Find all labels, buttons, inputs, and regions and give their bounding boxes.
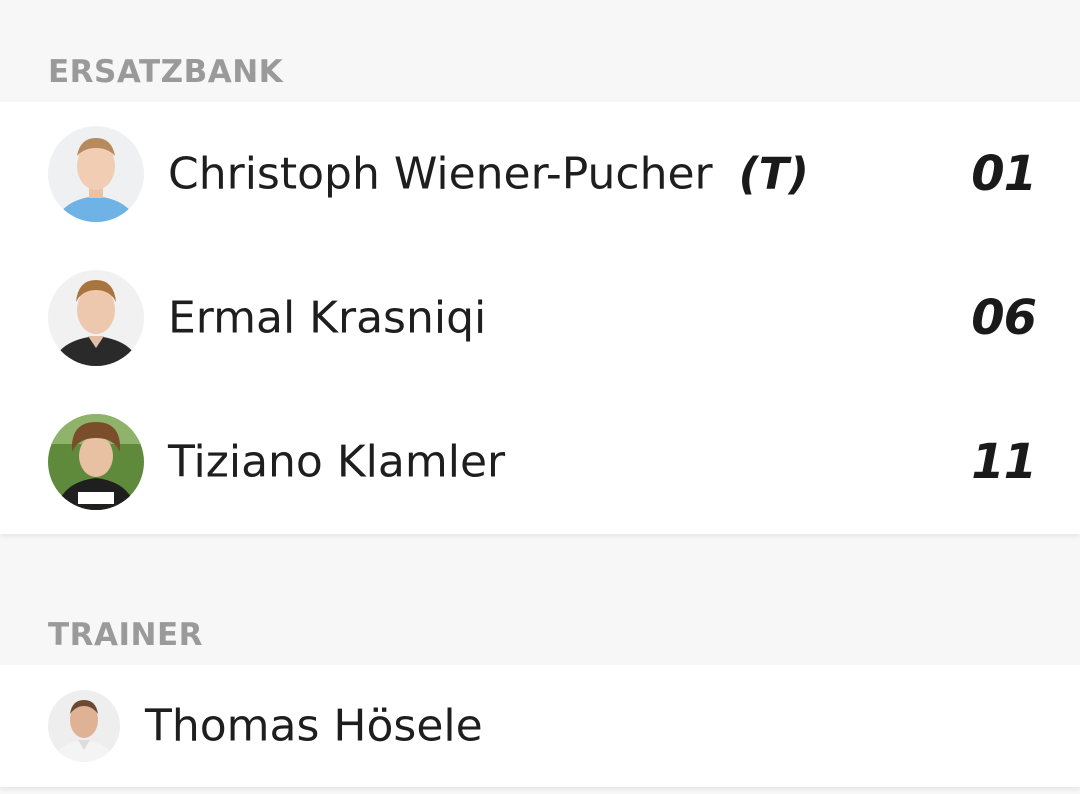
bench-card: Christoph Wiener-Pucher (T) 01 Ermal Kras… [0, 102, 1080, 534]
lineup-page: ERSATZBANK Christoph Wiener-Pucher (T) 01 [0, 0, 1080, 794]
player-name: Ermal Krasniqi [168, 292, 487, 344]
player-role: (T) [738, 148, 809, 200]
player-number: 11 [971, 434, 1037, 490]
player-number: 01 [971, 146, 1037, 202]
player-photo-icon [48, 126, 144, 222]
player-photo-icon [48, 414, 144, 510]
player-number: 06 [971, 290, 1037, 346]
trainer-name: Thomas Hösele [145, 700, 483, 752]
trainer-header: TRAINER [48, 617, 204, 653]
player-name: Tiziano Klamler [168, 436, 506, 488]
trainer-card: Thomas Hösele [0, 665, 1080, 787]
player-row[interactable]: Christoph Wiener-Pucher (T) 01 [0, 102, 1080, 246]
trainer-row[interactable]: Thomas Hösele [0, 665, 1080, 787]
player-name: Christoph Wiener-Pucher (T) [168, 148, 809, 200]
trainer-photo-icon [48, 690, 120, 762]
player-row[interactable]: Ermal Krasniqi 06 [0, 246, 1080, 390]
player-photo-icon [48, 270, 144, 366]
bench-header: ERSATZBANK [48, 54, 284, 90]
player-row[interactable]: Tiziano Klamler 11 [0, 390, 1080, 534]
